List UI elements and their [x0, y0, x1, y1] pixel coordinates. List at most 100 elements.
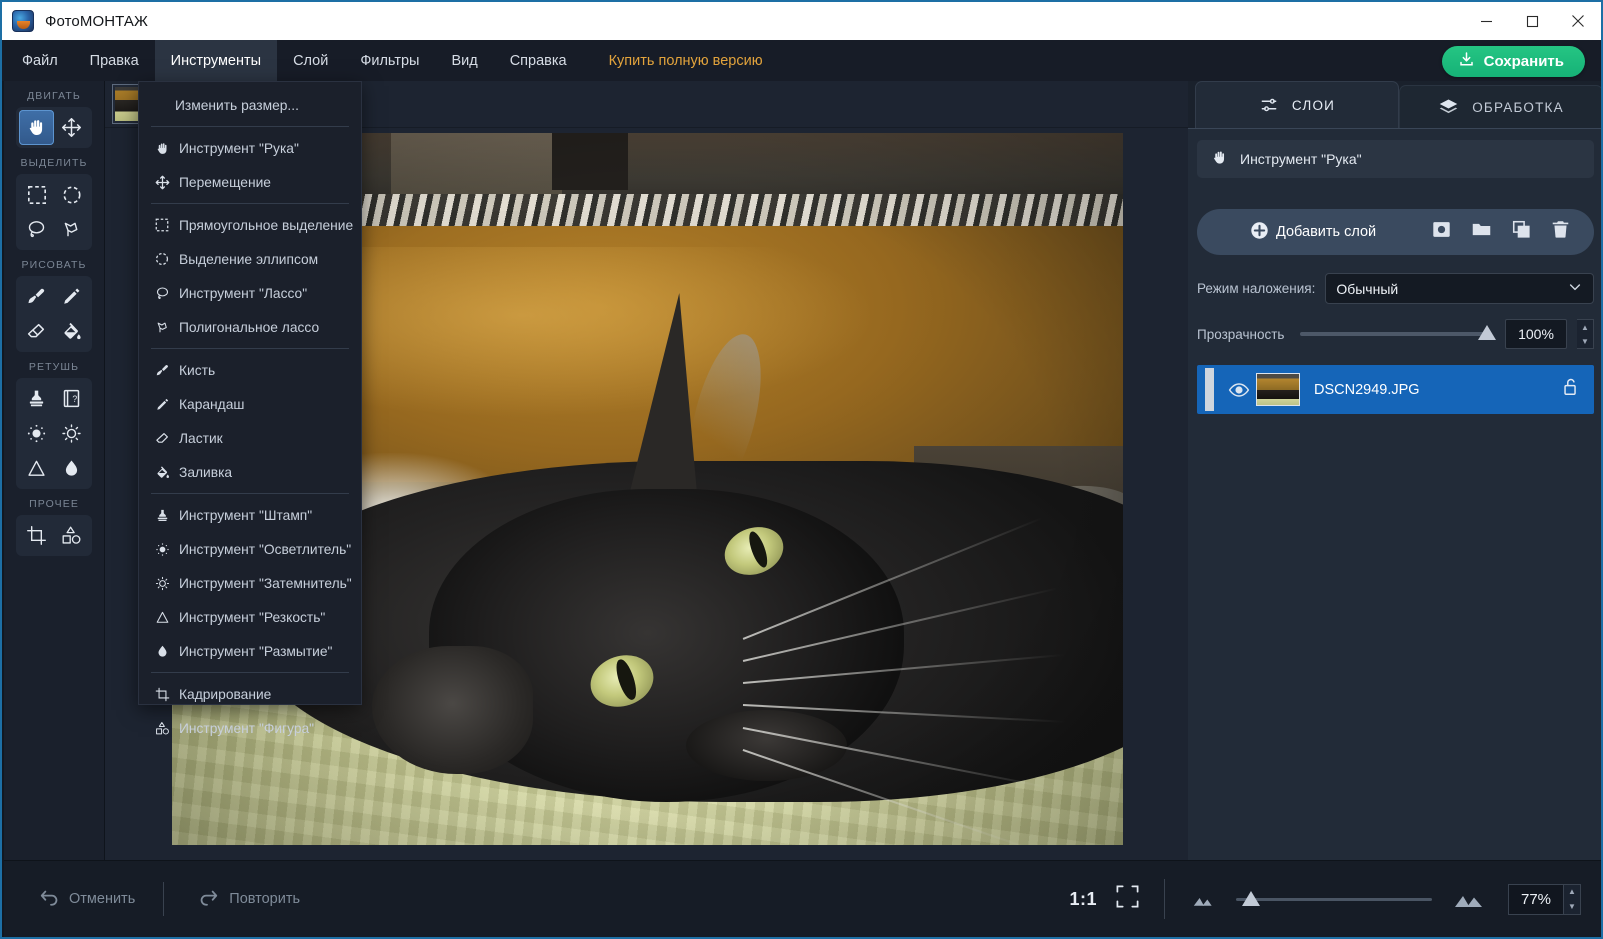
stamp-tool[interactable] [19, 381, 54, 416]
trash-icon[interactable] [1551, 220, 1570, 244]
ratio-label[interactable]: 1:1 [1069, 889, 1097, 910]
save-button[interactable]: Сохранить [1441, 46, 1585, 77]
fill-tool[interactable] [54, 314, 89, 349]
menu-item-dodge[interactable]: Инструмент "Осветлитель" [139, 532, 361, 566]
zoom-out-icon[interactable] [1189, 889, 1216, 909]
stepper-down-icon[interactable]: ▼ [1564, 899, 1580, 914]
brush-tool[interactable] [19, 279, 54, 314]
menu-tools[interactable]: Инструменты [154, 40, 278, 81]
stepper-up-icon[interactable]: ▲ [1564, 885, 1580, 900]
zoom-in-icon[interactable] [1452, 887, 1486, 911]
maximize-icon[interactable] [1509, 2, 1555, 40]
layers-stack-icon [1438, 97, 1459, 118]
active-tool-readout: Инструмент "Рука" [1197, 140, 1594, 178]
menu-filters[interactable]: Фильтры [344, 40, 435, 81]
unlock-icon[interactable] [1561, 377, 1580, 402]
add-layer-label: Добавить слой [1276, 224, 1377, 240]
duplicate-icon[interactable] [1512, 220, 1531, 244]
menu-item-sharpen[interactable]: Инструмент "Резкость" [139, 600, 361, 634]
stepper-up-icon[interactable]: ▲ [1577, 320, 1593, 334]
zoom-controls: 1:1 77% ▲ ▼ [1069, 879, 1601, 919]
minimize-icon[interactable] [1463, 2, 1509, 40]
menu-item-blur[interactable]: Инструмент "Размытие" [139, 634, 361, 668]
pencil-tool[interactable] [54, 279, 89, 314]
menu-layer[interactable]: Слой [277, 40, 344, 81]
opacity-slider-thumb[interactable] [1478, 325, 1496, 340]
undo-label: Отменить [69, 891, 136, 907]
right-panel: СЛОИ ОБРАБОТКА Инструмент "Рука" Добавит… [1188, 81, 1601, 937]
layer-row[interactable]: DSCN2949.JPG [1197, 365, 1594, 414]
zoom-stepper[interactable]: ▲ ▼ [1564, 883, 1581, 915]
burn-tool[interactable] [54, 416, 89, 451]
tab-processing[interactable]: ОБРАБОТКА [1399, 85, 1601, 128]
menu-item-crop[interactable]: Кадрирование [139, 677, 361, 711]
lasso-tool[interactable] [19, 212, 54, 247]
patch-tool[interactable]: ? [54, 381, 89, 416]
menu-item-brush[interactable]: Кисть [139, 353, 361, 387]
menu-file[interactable]: Файл [6, 40, 74, 81]
blend-mode-select[interactable]: Обычный [1325, 273, 1594, 304]
menu-item-pencil[interactable]: Карандаш [139, 387, 361, 421]
menu-item-fill[interactable]: Заливка [139, 455, 361, 489]
download-icon [1458, 51, 1475, 72]
menu-item-resize[interactable]: Изменить размер... [139, 88, 361, 122]
opacity-value-field[interactable]: 100% [1505, 319, 1567, 349]
left-toolbar: ДВИГАТЬ ВЫДЕЛИТЬ РИСОВАТЬ РЕТУШЬ ? ПРОЧЕ… [4, 81, 105, 860]
layer-icon-buttons [1432, 219, 1578, 245]
polygon-lasso-icon [149, 320, 175, 335]
menu-item-lasso[interactable]: Инструмент "Лассо" [139, 276, 361, 310]
zoom-value-field[interactable]: 77% [1508, 883, 1564, 915]
menu-item-hand-tool[interactable]: Инструмент "Рука" [139, 131, 361, 165]
polygon-lasso-tool[interactable] [54, 212, 89, 247]
menu-edit[interactable]: Правка [74, 40, 155, 81]
menu-item-polygon-lasso[interactable]: Полигональное лассо [139, 310, 361, 344]
dodge-tool[interactable] [19, 416, 54, 451]
undo-button[interactable]: Отменить [38, 887, 135, 911]
opacity-stepper[interactable]: ▲ ▼ [1577, 319, 1594, 349]
active-tool-label: Инструмент "Рука" [1240, 151, 1362, 167]
hand-tool[interactable] [19, 110, 54, 145]
menu-help[interactable]: Справка [494, 40, 583, 81]
menu-item-rect-select[interactable]: Прямоугольное выделение [139, 208, 361, 242]
close-icon[interactable] [1555, 2, 1601, 40]
menu-item-move[interactable]: Перемещение [139, 165, 361, 199]
blur-tool[interactable] [54, 451, 89, 486]
sharpen-tool[interactable] [19, 451, 54, 486]
zoom-slider[interactable] [1236, 890, 1432, 906]
eraser-tool[interactable] [19, 314, 54, 349]
menu-item-eraser[interactable]: Ластик [139, 421, 361, 455]
menu-view[interactable]: Вид [435, 40, 493, 81]
eye-icon[interactable] [1222, 379, 1256, 401]
zoom-slider-thumb[interactable] [1242, 890, 1260, 906]
redo-button[interactable]: Повторить [198, 887, 300, 911]
add-layer-button[interactable]: Добавить слой [1250, 221, 1376, 244]
stepper-down-icon[interactable]: ▼ [1577, 334, 1593, 348]
ellipse-select-tool[interactable] [54, 177, 89, 212]
crop-tool[interactable] [19, 518, 54, 553]
opacity-slider[interactable] [1300, 325, 1496, 340]
buy-full-version-link[interactable]: Купить полную версию [583, 40, 779, 81]
blend-mode-label: Режим наложения: [1197, 281, 1316, 296]
shape-tool[interactable] [54, 518, 89, 553]
menu-separator [151, 348, 349, 349]
tool-section-select-label: ВЫДЕЛИТЬ [20, 157, 88, 169]
menu-item-burn[interactable]: Инструмент "Затемнитель" [139, 566, 361, 600]
sharpen-icon [149, 610, 175, 625]
folder-icon[interactable] [1471, 219, 1492, 245]
rect-select-tool[interactable] [19, 177, 54, 212]
tab-layers[interactable]: СЛОИ [1195, 81, 1399, 128]
burn-icon [149, 576, 175, 591]
fit-to-screen-icon[interactable] [1115, 884, 1140, 914]
rect-select-icon [149, 218, 175, 232]
menu-item-shape[interactable]: Инструмент "Фигура" [139, 711, 361, 745]
menu-item-ellipse-select[interactable]: Выделение эллипсом [139, 242, 361, 276]
tools-dropdown-menu: Изменить размер... Инструмент "Рука" Пер… [138, 81, 362, 736]
shape-icon [149, 721, 175, 736]
panel-tabs: СЛОИ ОБРАБОТКА [1188, 81, 1601, 128]
menu-item-stamp[interactable]: Инструмент "Штамп" [139, 498, 361, 532]
tab-processing-label: ОБРАБОТКА [1472, 99, 1564, 115]
move-tool[interactable] [54, 110, 89, 145]
layer-drag-handle[interactable] [1205, 368, 1214, 411]
mask-icon[interactable] [1432, 220, 1451, 244]
tool-section-retouch-label: РЕТУШЬ [28, 361, 80, 373]
